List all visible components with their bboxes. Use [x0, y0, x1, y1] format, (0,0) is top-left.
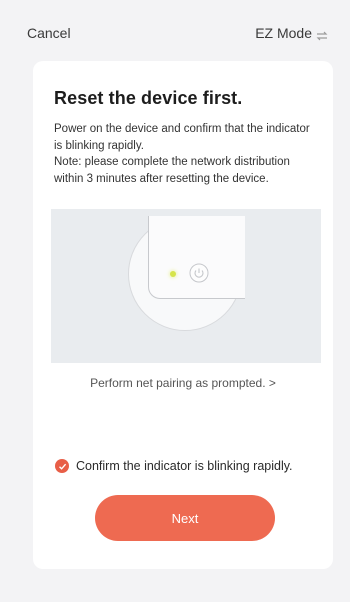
confirm-label: Confirm the indicator is blinking rapidl… [76, 459, 293, 473]
mode-label: EZ Mode [255, 25, 312, 41]
device-shape [148, 216, 245, 299]
checkmark-icon[interactable] [55, 459, 69, 473]
page-title: Reset the device first. [54, 88, 243, 108]
device-illustration [51, 209, 321, 363]
reset-card: Reset the device first. Power on the dev… [33, 61, 333, 569]
pairing-help-link[interactable]: Perform net pairing as prompted. > [33, 376, 333, 390]
note-text: Note: please complete the network distri… [54, 156, 290, 185]
zoom-circle [128, 216, 245, 331]
mode-switch-button[interactable]: EZ Mode [255, 25, 328, 41]
instructions: Power on the device and confirm that the… [54, 121, 320, 187]
confirm-checkbox-row[interactable]: Confirm the indicator is blinking rapidl… [55, 459, 293, 473]
next-button[interactable]: Next [95, 495, 275, 541]
switch-arrows-icon [316, 28, 328, 41]
top-bar: Cancel EZ Mode [0, 0, 350, 56]
cancel-button[interactable]: Cancel [27, 25, 71, 41]
power-icon [189, 263, 209, 283]
instruction-text: Power on the device and confirm that the… [54, 123, 310, 152]
indicator-light-icon [170, 271, 176, 277]
